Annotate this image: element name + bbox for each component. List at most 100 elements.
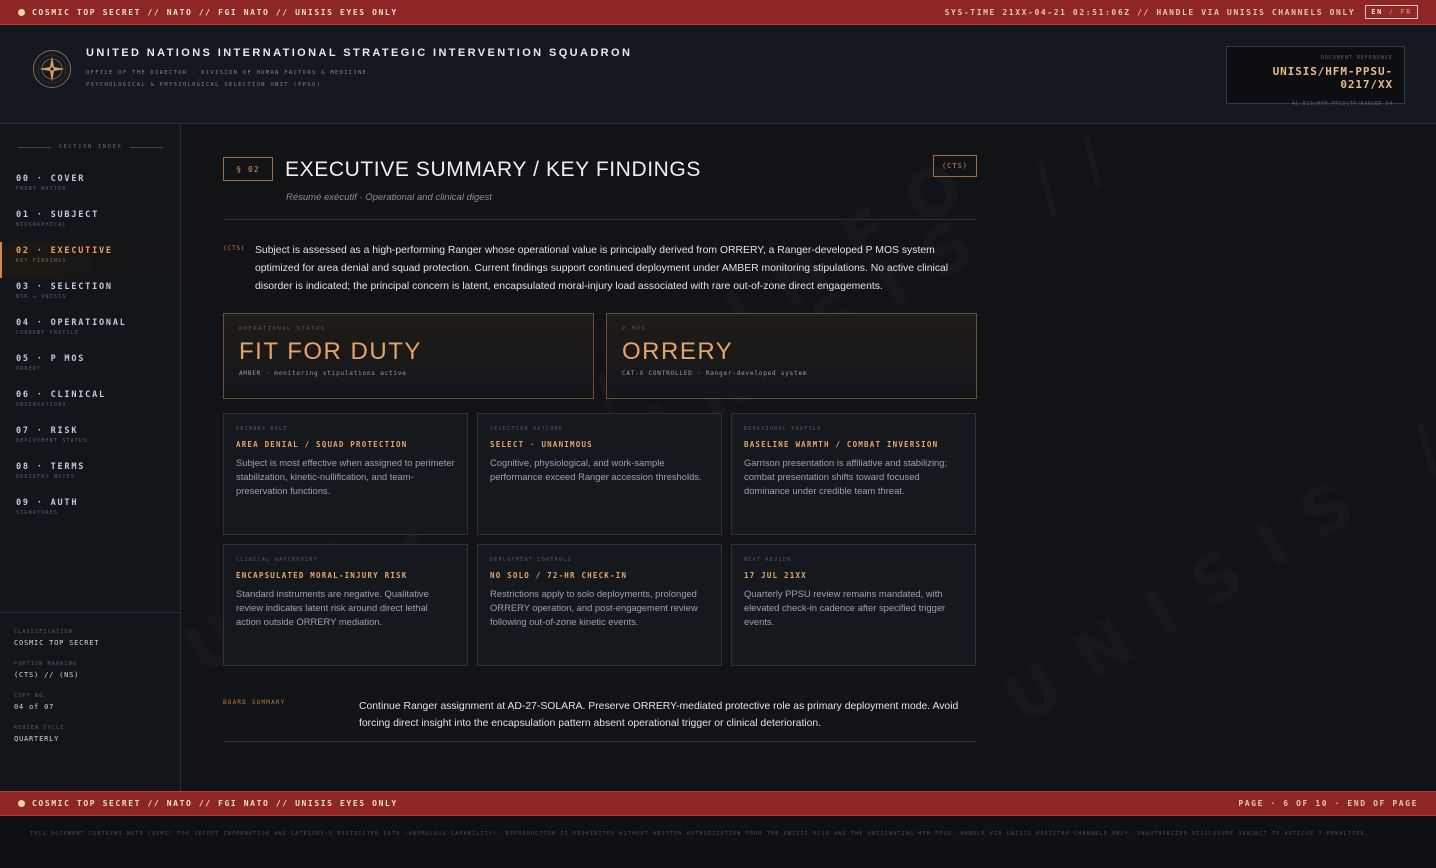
card-body: Standard instruments are negative. Quali…: [236, 588, 429, 627]
p-mos-value: ORRERY: [622, 338, 734, 365]
card-label: PRIMARY ROLE: [236, 426, 288, 432]
classification-badge: (CTS): [933, 155, 977, 177]
finding-card-deployment-controls: DEPLOYMENT CONTROLS NO SOLO / 72-HR CHEC…: [477, 544, 722, 666]
finding-card-primary-role: PRIMARY ROLE AREA DENIAL / SQUAD PROTECT…: [223, 413, 468, 535]
nav-item-p-mos[interactable]: 05 · P MOS ORRERY: [0, 350, 180, 386]
card-heading: 17 JUL 21XX: [744, 571, 807, 580]
system-time: SYS-TIME 21XX-04-21 02:51:06Z // HANDLE …: [944, 7, 1356, 17]
meta-label: COPY NO.: [14, 693, 48, 699]
nav-item-cover[interactable]: 00 · COVER FRONT MATTER: [0, 170, 180, 206]
divider: [223, 219, 976, 220]
summary-text: Subject is assessed as a high-performing…: [255, 245, 949, 292]
status-value: FIT FOR DUTY: [239, 338, 422, 365]
classification-text: COSMIC TOP SECRET // NATO // FGI NATO //…: [32, 7, 398, 17]
nav-item-label: 04 · OPERATIONAL: [16, 318, 127, 328]
portion-marking-value: (CTS) // (NS): [14, 671, 80, 679]
nav-item-sublabel: DEPLOYMENT STATUS: [16, 438, 88, 444]
card-body: Cognitive, physiological, and work-sampl…: [490, 457, 702, 482]
board-summary-label: BOARD SUMMARY: [223, 699, 286, 706]
nav-item-subject[interactable]: 01 · SUBJECT BIOGRAPHICAL: [0, 206, 180, 242]
card-heading: BASELINE WARMTH / COMBAT INVERSION: [744, 440, 939, 449]
nav-item-sublabel: KEY FINDINGS: [16, 258, 67, 264]
nav-item-sublabel: SIGNATURES: [16, 510, 59, 516]
meta-label: CLASSIFICATION: [14, 629, 73, 635]
nav-item-sublabel: FRONT MATTER: [16, 186, 67, 192]
card-body: Restrictions apply to solo deployments, …: [490, 588, 698, 627]
classification-value: COSMIC TOP SECRET: [14, 639, 100, 647]
org-office-line: OFFICE OF THE DIRECTOR · DIVISION OF HUM…: [86, 70, 368, 76]
review-cycle-value: QUARTERLY: [14, 735, 60, 743]
nav-item-operational[interactable]: 04 · OPERATIONAL CURRENT PROFILE: [0, 314, 180, 350]
nav-item-risk[interactable]: 07 · RISK DEPLOYMENT STATUS: [0, 422, 180, 458]
finding-card-selection-outcome: SELECTION OUTCOME SELECT · UNANIMOUS Cog…: [477, 413, 722, 535]
finding-card-next-review: NEXT REVIEW 17 JUL 21XX Quarterly PPSU r…: [731, 544, 976, 666]
nav-item-sublabel: CURRENT PROFILE: [16, 330, 80, 336]
card-body: Garrison presentation is affiliative and…: [744, 457, 948, 496]
nav-item-label: 07 · RISK: [16, 426, 79, 436]
divider: [223, 741, 976, 742]
lang-fr[interactable]: FR: [1400, 8, 1412, 16]
watermark: UNISIS // INFO: [992, 183, 1436, 740]
section-number-tag: § 02: [223, 157, 273, 181]
nav-item-selection[interactable]: 03 · SELECTION NSK → UNISIS: [0, 278, 180, 314]
card-heading: ENCAPSULATED MORAL-INJURY RISK: [236, 571, 408, 580]
document-meta-panel: CLASSIFICATION COSMIC TOP SECRET PORTION…: [0, 612, 180, 791]
card-body: Subject is most effective when assigned …: [236, 457, 455, 496]
card-heading: SELECT · UNANIMOUS: [490, 440, 593, 449]
status-dot-icon: [18, 800, 25, 807]
classification-banner-top: COSMIC TOP SECRET // NATO // FGI NATO //…: [0, 0, 1436, 25]
nav-item-label: 08 · TERMS: [16, 462, 86, 472]
card-label: SELECTION OUTCOME: [490, 426, 564, 432]
section-index-sidebar: SECTION INDEX 00 · COVER FRONT MATTER 01 …: [0, 124, 181, 791]
organization-subtitle: OFFICE OF THE DIRECTOR · DIVISION OF HUM…: [86, 67, 367, 91]
organization-name: UNITED NATIONS INTERNATIONAL STRATEGIC I…: [86, 47, 633, 59]
status-note: AMBER · monitoring stipulations active: [239, 370, 407, 377]
nav-item-label: 05 · P MOS: [16, 354, 86, 364]
main-content: UNISIS // INFO UNISIS // INFO UNISIS // …: [181, 124, 1436, 791]
nav-item-sublabel: ORRERY: [16, 366, 42, 372]
card-label: NEXT REVIEW: [744, 557, 792, 563]
executive-summary: (CTS) Subject is assessed as a high-perf…: [223, 242, 976, 296]
nav-item-clinical[interactable]: 06 · CLINICAL OBSERVATIONS: [0, 386, 180, 422]
finding-card-clinical-watchpoint: CLINICAL WATCHPOINT ENCAPSULATED MORAL-I…: [223, 544, 468, 666]
docref-label: DOCUMENT REFERENCE: [1320, 55, 1393, 61]
section-nav: 00 · COVER FRONT MATTER 01 · SUBJECT BIOGR…: [0, 170, 180, 530]
card-heading: NO SOLO / 72-HR CHECK-IN: [490, 571, 628, 580]
nav-item-label: 00 · COVER: [16, 174, 86, 184]
meta-label: REVIEW CYCLE: [14, 725, 65, 731]
nav-item-label: 03 · SELECTION: [16, 282, 113, 292]
page-subtitle: Résumé exécutif · Operational and clinic…: [286, 192, 492, 203]
divider: [18, 146, 51, 148]
nav-item-terms[interactable]: 08 · TERMS REGISTRY NOTES: [0, 458, 180, 494]
nav-item-label: 09 · AUTH: [16, 498, 79, 508]
operational-status-card: OPERATIONAL STATUS FIT FOR DUTY AMBER · …: [223, 313, 594, 399]
nav-item-sublabel: NSK → UNISIS: [16, 294, 67, 300]
unisis-emblem-icon: [33, 50, 71, 88]
section-index-label: SECTION INDEX: [58, 144, 123, 150]
copy-number-value: 04 of 07: [14, 703, 55, 711]
nav-item-sublabel: BIOGRAPHICAL: [16, 222, 67, 228]
nav-item-label: 06 · CLINICAL: [16, 390, 106, 400]
card-label: CLINICAL WATCHPOINT: [236, 557, 318, 563]
page-indicator: PAGE · 6 OF 10 · END OF PAGE: [1238, 799, 1418, 808]
docref-subcode: AC:023(HFM-PPSU)TP/RANGER-04: [1291, 101, 1393, 107]
nav-item-sublabel: OBSERVATIONS: [16, 402, 67, 408]
p-mos-card: P MOS ORRERY CAT-X CONTROLLED · Ranger-d…: [606, 313, 977, 399]
nav-item-executive[interactable]: 02 · EXECUTIVE KEY FINDINGS: [0, 242, 180, 278]
card-heading: AREA DENIAL / SQUAD PROTECTION: [236, 440, 408, 449]
card-label: OPERATIONAL STATUS: [239, 326, 326, 332]
card-body: Quarterly PPSU review remains mandated, …: [744, 588, 946, 627]
nav-item-auth[interactable]: 09 · AUTH SIGNATURES: [0, 494, 180, 530]
card-label: P MOS: [622, 326, 647, 332]
docref-value: UNISIS/HFM-PPSU-0217/XX: [1272, 65, 1393, 91]
lang-en[interactable]: EN: [1371, 8, 1383, 16]
portion-mark: (CTS): [223, 244, 246, 252]
p-mos-note: CAT-X CONTROLLED · Ranger-developed syst…: [622, 370, 808, 377]
classification-banner-bottom: COSMIC TOP SECRET // NATO // FGI NATO //…: [0, 791, 1436, 816]
nav-item-sublabel: REGISTRY NOTES: [16, 474, 75, 480]
classification-text: COSMIC TOP SECRET // NATO // FGI NATO //…: [32, 799, 398, 808]
language-toggle[interactable]: EN / FR: [1365, 5, 1418, 19]
document-header: UNITED NATIONS INTERNATIONAL STRATEGIC I…: [0, 25, 1436, 124]
finding-card-behavioral-profile: BEHAVIORAL PROFILE BASELINE WARMTH / COM…: [731, 413, 976, 535]
document-reference-box[interactable]: DOCUMENT REFERENCE UNISIS/HFM-PPSU-0217/…: [1226, 46, 1405, 107]
